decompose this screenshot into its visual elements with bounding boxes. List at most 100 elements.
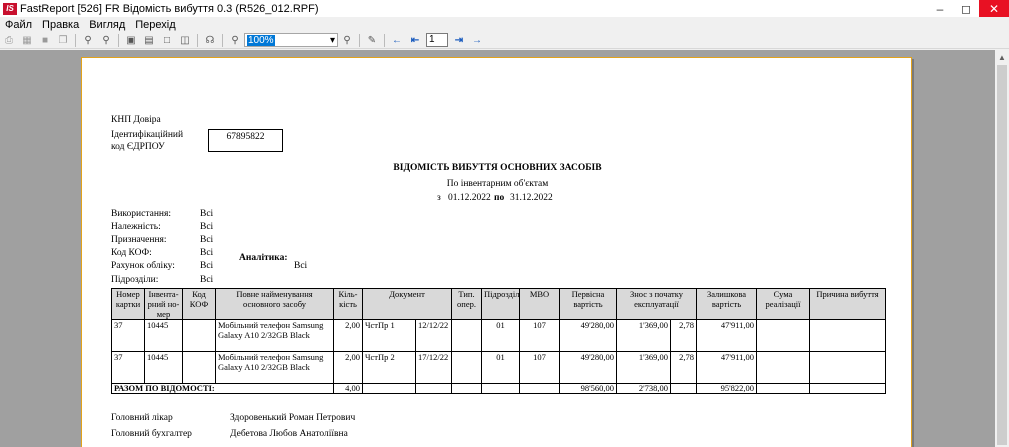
filter-value: Всі: [200, 209, 214, 219]
app-window: IS FastReport [526] FR Відомість вибуття…: [0, 0, 1009, 447]
org-name: КНП Довіра: [111, 115, 161, 125]
cell-qty: 2,00: [333, 319, 363, 352]
two-pages-icon[interactable]: ◫: [177, 33, 193, 48]
app-logo-icon: IS: [3, 2, 17, 15]
cell-kof: [182, 351, 216, 384]
first-page-icon[interactable]: ⇤: [407, 33, 423, 48]
cell-date: 17/12/22: [415, 351, 452, 384]
filter-label: Належність:: [111, 222, 161, 232]
maximize-button[interactable]: ◻: [953, 0, 979, 17]
page-view-icon[interactable]: ▣: [123, 33, 139, 48]
table-header: Номер картки Інвента-рний но-мер Код КОФ…: [111, 288, 886, 320]
col-header: Документ: [362, 288, 452, 320]
filter-label: Підрозділи:: [111, 275, 159, 285]
last-page-icon[interactable]: ⇥: [451, 33, 467, 48]
period-to: 31.12.2022: [510, 193, 553, 203]
period-to-label: по: [494, 193, 505, 203]
col-header: Причина вибуття: [809, 288, 886, 320]
close-button[interactable]: ✕: [979, 0, 1009, 17]
filter-value: Всі: [200, 248, 214, 258]
menu-edit[interactable]: Правка: [37, 19, 84, 31]
copy-icon[interactable]: ❐: [55, 33, 71, 48]
cell-name: Мобільний телефон Samsung Galaxy A10 2/3…: [215, 319, 334, 352]
filter-value: Всі: [200, 261, 214, 271]
print-icon[interactable]: ⎙: [1, 33, 17, 48]
prev-page-icon[interactable]: ←: [389, 33, 405, 48]
cell-residual: 47'911,00: [696, 319, 757, 352]
cell-wear: 1'369,00: [616, 351, 671, 384]
cell-reason: [809, 319, 886, 352]
period-from: 01.12.2022: [448, 193, 491, 203]
col-header: Інвента-рний но-мер: [144, 288, 183, 320]
col-header: Сума реалізації: [756, 288, 810, 320]
cell-reason: [809, 351, 886, 384]
cell-sale: [756, 351, 810, 384]
report-subtitle: По інвентарним об'єктам: [446, 179, 549, 189]
cell-rate: 2,78: [670, 319, 697, 352]
zoom-out-icon[interactable]: ⚲: [227, 33, 243, 48]
cell-rate: 2,78: [670, 351, 697, 384]
preview-canvas[interactable]: КНП Довіра Ідентифікаційний код ЄДРПОУ 6…: [0, 50, 995, 447]
cell-card: 37: [111, 319, 145, 352]
col-header: Номер картки: [111, 288, 145, 320]
cell-kof: [182, 319, 216, 352]
cell-inv: 10445: [144, 319, 183, 352]
zoom-select[interactable]: 100% ▾: [244, 33, 338, 47]
signature-name: Дебетова Любов Анатоліївна: [230, 429, 348, 439]
filter-label: Рахунок обліку:: [111, 261, 175, 271]
cell-dept: 01: [481, 351, 520, 384]
period-from-label: з: [437, 193, 441, 203]
cell-date: 12/12/22: [415, 319, 452, 352]
scroll-up-icon[interactable]: ▲: [995, 50, 1009, 64]
menu-file[interactable]: Файл: [0, 19, 37, 31]
scroll-thumb[interactable]: [997, 65, 1007, 445]
report-title: ВІДОМІСТЬ ВИБУТТЯ ОСНОВНИХ ЗАСОБІВ: [393, 163, 602, 173]
table-row: 37 10445 Мобільний телефон Samsung Galax…: [111, 351, 886, 384]
vertical-scrollbar[interactable]: ▲: [995, 50, 1009, 447]
col-header: Код КОФ: [182, 288, 216, 320]
signature-name: Здоровенький Роман Петрович: [230, 413, 356, 423]
filter-label: Використання:: [111, 209, 172, 219]
find-next-icon[interactable]: ⚲: [98, 33, 114, 48]
edrpou-label-2: код ЄДРПОУ: [111, 142, 165, 152]
edrpou-value: 67895822: [208, 129, 283, 152]
tree-icon[interactable]: ☊: [202, 33, 218, 48]
analytics-value: Всі: [294, 261, 308, 271]
cell-mvo: 107: [519, 319, 560, 352]
filter-value: Всі: [200, 222, 214, 232]
zoom-in-icon[interactable]: ⚲: [339, 33, 355, 48]
col-header: Повне найменування основного засобу: [215, 288, 334, 320]
total-qty: 4,00: [333, 383, 363, 394]
menu-view[interactable]: Вигляд: [84, 19, 130, 31]
report-table: Номер картки Інвента-рний но-мер Код КОФ…: [111, 288, 886, 394]
menu-navigate[interactable]: Перехід: [130, 19, 180, 31]
whole-page-icon[interactable]: □: [159, 33, 175, 48]
table-row: 37 10445 Мобільний телефон Samsung Galax…: [111, 319, 886, 352]
cell-initial: 49'280,00: [559, 351, 617, 384]
cell-wear: 1'369,00: [616, 319, 671, 352]
cell-sale: [756, 319, 810, 352]
total-wear: 2'738,00: [616, 383, 671, 394]
cell-card: 37: [111, 351, 145, 384]
next-page-icon[interactable]: →: [469, 33, 485, 48]
signature-role: Головний бухгалтер: [111, 429, 192, 439]
col-header: Тип. опер.: [451, 288, 482, 320]
print-setup-icon[interactable]: ▦: [19, 33, 35, 48]
cell-initial: 49'280,00: [559, 319, 617, 352]
col-header: Знос з початку експлуатації: [616, 288, 697, 320]
save-icon[interactable]: ■: [37, 33, 53, 48]
col-header: Кіль-кість: [333, 288, 363, 320]
edit-page-icon[interactable]: ✎: [364, 33, 380, 48]
total-label: РАЗОМ ПО ВІДОМОСТІ:: [111, 383, 334, 394]
page-number-input[interactable]: 1: [426, 33, 448, 47]
cell-op: [451, 319, 482, 352]
find-icon[interactable]: ⚲: [80, 33, 96, 48]
filter-label: Код КОФ:: [111, 248, 152, 258]
filter-value: Всі: [200, 235, 214, 245]
total-residual: 95'822,00: [696, 383, 757, 394]
minimize-button[interactable]: –: [927, 0, 953, 17]
page-width-icon[interactable]: ▤: [141, 33, 157, 48]
menu-bar: Файл Правка Вигляд Перехід: [0, 17, 1009, 32]
title-bar: IS FastReport [526] FR Відомість вибуття…: [0, 0, 1009, 17]
cell-doc: ЧстПр 1: [362, 319, 416, 352]
